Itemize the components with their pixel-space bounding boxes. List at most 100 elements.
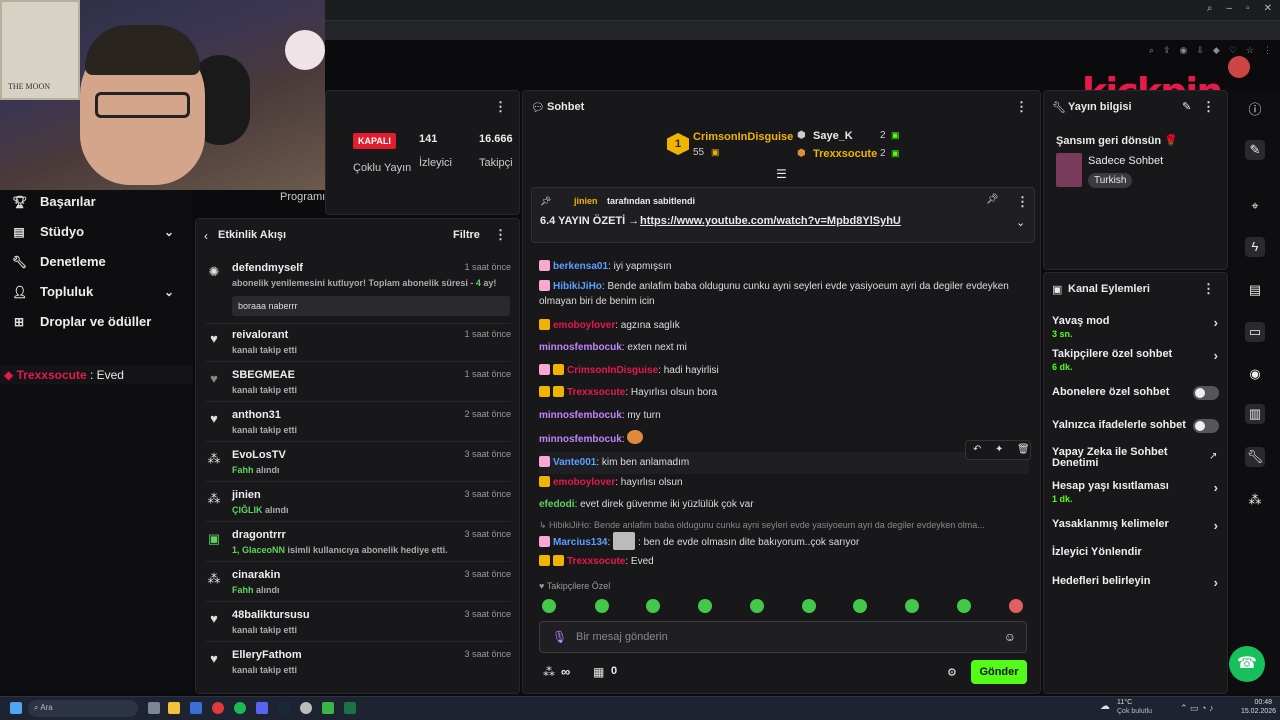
chat-message[interactable]: emoboylover: hayırlısı olsun [539,475,1029,490]
category-name[interactable]: Sadece Sohbet [1088,155,1163,167]
nav-achievements[interactable]: 🏆︎ Başarılar [12,194,96,209]
chat-message[interactable]: minnosfembocuk: [539,430,1029,447]
discord-icon[interactable] [256,702,268,714]
emote-icon[interactable] [853,599,867,613]
chat-username[interactable]: CrimsonInDisguise [567,365,658,376]
subscriber-only-toggle[interactable] [1193,386,1219,400]
emote-icon[interactable] [595,599,609,613]
task-view-icon[interactable] [148,702,160,714]
chevron-down-icon[interactable]: ⌄ [1016,216,1025,229]
leader-name[interactable]: Saye_K [813,130,853,142]
language-tag[interactable]: Turkish [1088,173,1133,188]
more-options-icon[interactable]: ⋮ [1202,99,1215,115]
menu-icon[interactable]: ⋮ [1263,45,1272,56]
emote-icon[interactable] [1009,599,1023,613]
lightning-icon[interactable]: ϟ [1245,237,1265,257]
microphone-icon[interactable]: 🎙︎ [552,630,567,644]
chat-icon[interactable]: ▭ [1245,322,1265,342]
channel-points-icon[interactable]: ⁂ [1245,490,1265,510]
broadcast-icon[interactable]: ◉ [1245,364,1265,384]
chat-message[interactable]: berkensa01: iyi yapmışsın [539,259,1029,274]
steam-icon[interactable] [278,702,290,714]
nav-moderation[interactable]: 🔧︎ Denetleme [12,254,106,269]
store-icon[interactable]: ▦ [593,665,604,679]
settings-icon[interactable]: ⚙ [947,666,957,679]
nav-community[interactable]: 👤︎ Topluluk ⌄ [12,284,174,299]
zoom-icon[interactable]: ⌕ [1149,45,1154,56]
chat-message[interactable]: minnosfembocuk: exten next mi [539,340,1029,355]
nav-drops[interactable]: ⊞ Droplar ve ödüller [12,314,151,329]
category-thumbnail[interactable] [1056,153,1082,187]
emote-icon[interactable] [905,599,919,613]
chat-username[interactable]: Marcius134 [553,537,607,548]
slow-mode-setting[interactable]: Yavaş mod 3 sn. › [1052,315,1222,339]
streamer-avatar[interactable] [1228,56,1250,78]
minimize-icon[interactable]: – [1227,3,1233,14]
more-options-icon[interactable]: ⋮ [494,227,507,243]
more-options-icon[interactable]: ⋮ [1202,281,1215,297]
emote-icon[interactable] [646,599,660,613]
chat-username[interactable]: berkensa01 [553,261,608,272]
tray-icons[interactable]: ⌃ ▭ ◔ ♪ [1180,703,1213,714]
emote-icon[interactable] [802,599,816,613]
chat-message[interactable]: CrimsonInDisguise: hadi hayirlisi [539,363,1029,378]
pinned-message[interactable]: 📌︎ jinien tarafından sabitlendi 📌︎ ⋮ 6.4… [531,187,1035,243]
goals-setting[interactable]: Hedefleri belirleyin › [1052,575,1222,590]
heart-icon[interactable]: ♡ [1229,45,1237,56]
unpin-icon[interactable]: 📌︎ [986,194,999,205]
pencil-icon[interactable]: ✎ [1245,140,1265,160]
expand-leaderboard-icon[interactable]: ☰ [776,167,787,181]
emote-icon[interactable] [750,599,764,613]
chat-username[interactable]: efedodi [539,499,575,510]
more-options-icon[interactable]: ⋮ [494,99,507,115]
focus-icon[interactable]: ⌖ [1245,196,1265,216]
maximize-icon[interactable]: ▫ [1246,3,1250,14]
spotify-icon[interactable] [234,702,246,714]
reply-icon[interactable]: ↶ [973,444,981,455]
chat-input[interactable]: 🎙︎ Bir mesaj gönderin ☺ [539,621,1027,653]
emote-only-toggle[interactable] [1193,419,1219,433]
chat-message[interactable]: efedodi: evet direk güvenme iki yüzlülük… [539,497,1029,512]
extension-icon[interactable]: ◆ [1213,45,1220,56]
taskbar-search[interactable]: ⌕ Ara [28,700,138,717]
address-bar[interactable]: ⌕ ⇪ ◉ ⇩ ◆ ♡ ☆ ⋮ [325,20,1280,55]
emote-icon[interactable] [957,599,971,613]
windows-start-icon[interactable] [10,702,22,714]
chat-username[interactable]: Trexxsocute [567,387,625,398]
camera-icon[interactable]: ◉ [1180,45,1188,56]
chat-message[interactable]: Trexxsocute: Eved [539,554,1029,569]
send-button[interactable]: Gönder [971,660,1027,684]
chevron-left-icon[interactable]: ‹ [204,229,208,243]
chat-username[interactable]: HibikiJiHo [553,281,602,292]
chat-username[interactable]: minnosfembocuk [539,342,622,353]
document-icon[interactable]: ▤ [1245,280,1265,300]
nav-studio[interactable]: ▤ Stüdyo ⌄ [12,224,174,239]
ai-moderation-setting[interactable]: Yapay Zeka ile Sohbet Denetimi [1052,447,1202,469]
file-explorer-icon[interactable] [168,702,180,714]
weather-icon[interactable]: ☁ [1100,701,1110,712]
banned-words-setting[interactable]: Yasaklanmış kelimeler › [1052,518,1222,533]
download-icon[interactable]: ⇩ [1196,45,1204,56]
chat-message[interactable]: minnosfembocuk: my turn [539,408,1029,423]
close-icon[interactable]: ✕ [1264,3,1272,14]
emote-icon[interactable] [542,599,556,613]
wrench-icon[interactable]: 🔧︎ [1245,447,1265,467]
chat-username[interactable]: Vante001 [553,457,596,468]
share-icon[interactable]: ⇪ [1163,45,1171,56]
app-icon[interactable] [322,702,334,714]
pin-icon[interactable]: ✦ [995,444,1003,455]
layout-icon[interactable]: ▥ [1245,404,1265,424]
delete-icon[interactable]: 🗑︎ [1017,444,1030,455]
chat-message[interactable]: emoboylover: agzına saglık [539,318,1029,333]
obs-icon[interactable] [300,702,312,714]
app-icon[interactable] [190,702,202,714]
host-setting[interactable]: İzleyici Yönlendir [1052,546,1222,558]
pinned-link[interactable]: https://www.youtube.com/watch?v=Mpbd8YlS… [640,215,901,227]
chat-username[interactable]: emoboylover [553,477,615,488]
account-age-setting[interactable]: Hesap yaşı kısıtlaması 1 dk. › [1052,480,1222,504]
support-button[interactable]: ☎ [1229,646,1265,682]
leader-name[interactable]: CrimsonInDisguise [693,131,793,143]
chat-message[interactable]: Trexxsocute: Hayırlısı olsun bora [539,385,1029,400]
chat-username[interactable]: emoboylover [553,320,615,331]
more-options-icon[interactable]: ⋮ [1016,194,1029,210]
